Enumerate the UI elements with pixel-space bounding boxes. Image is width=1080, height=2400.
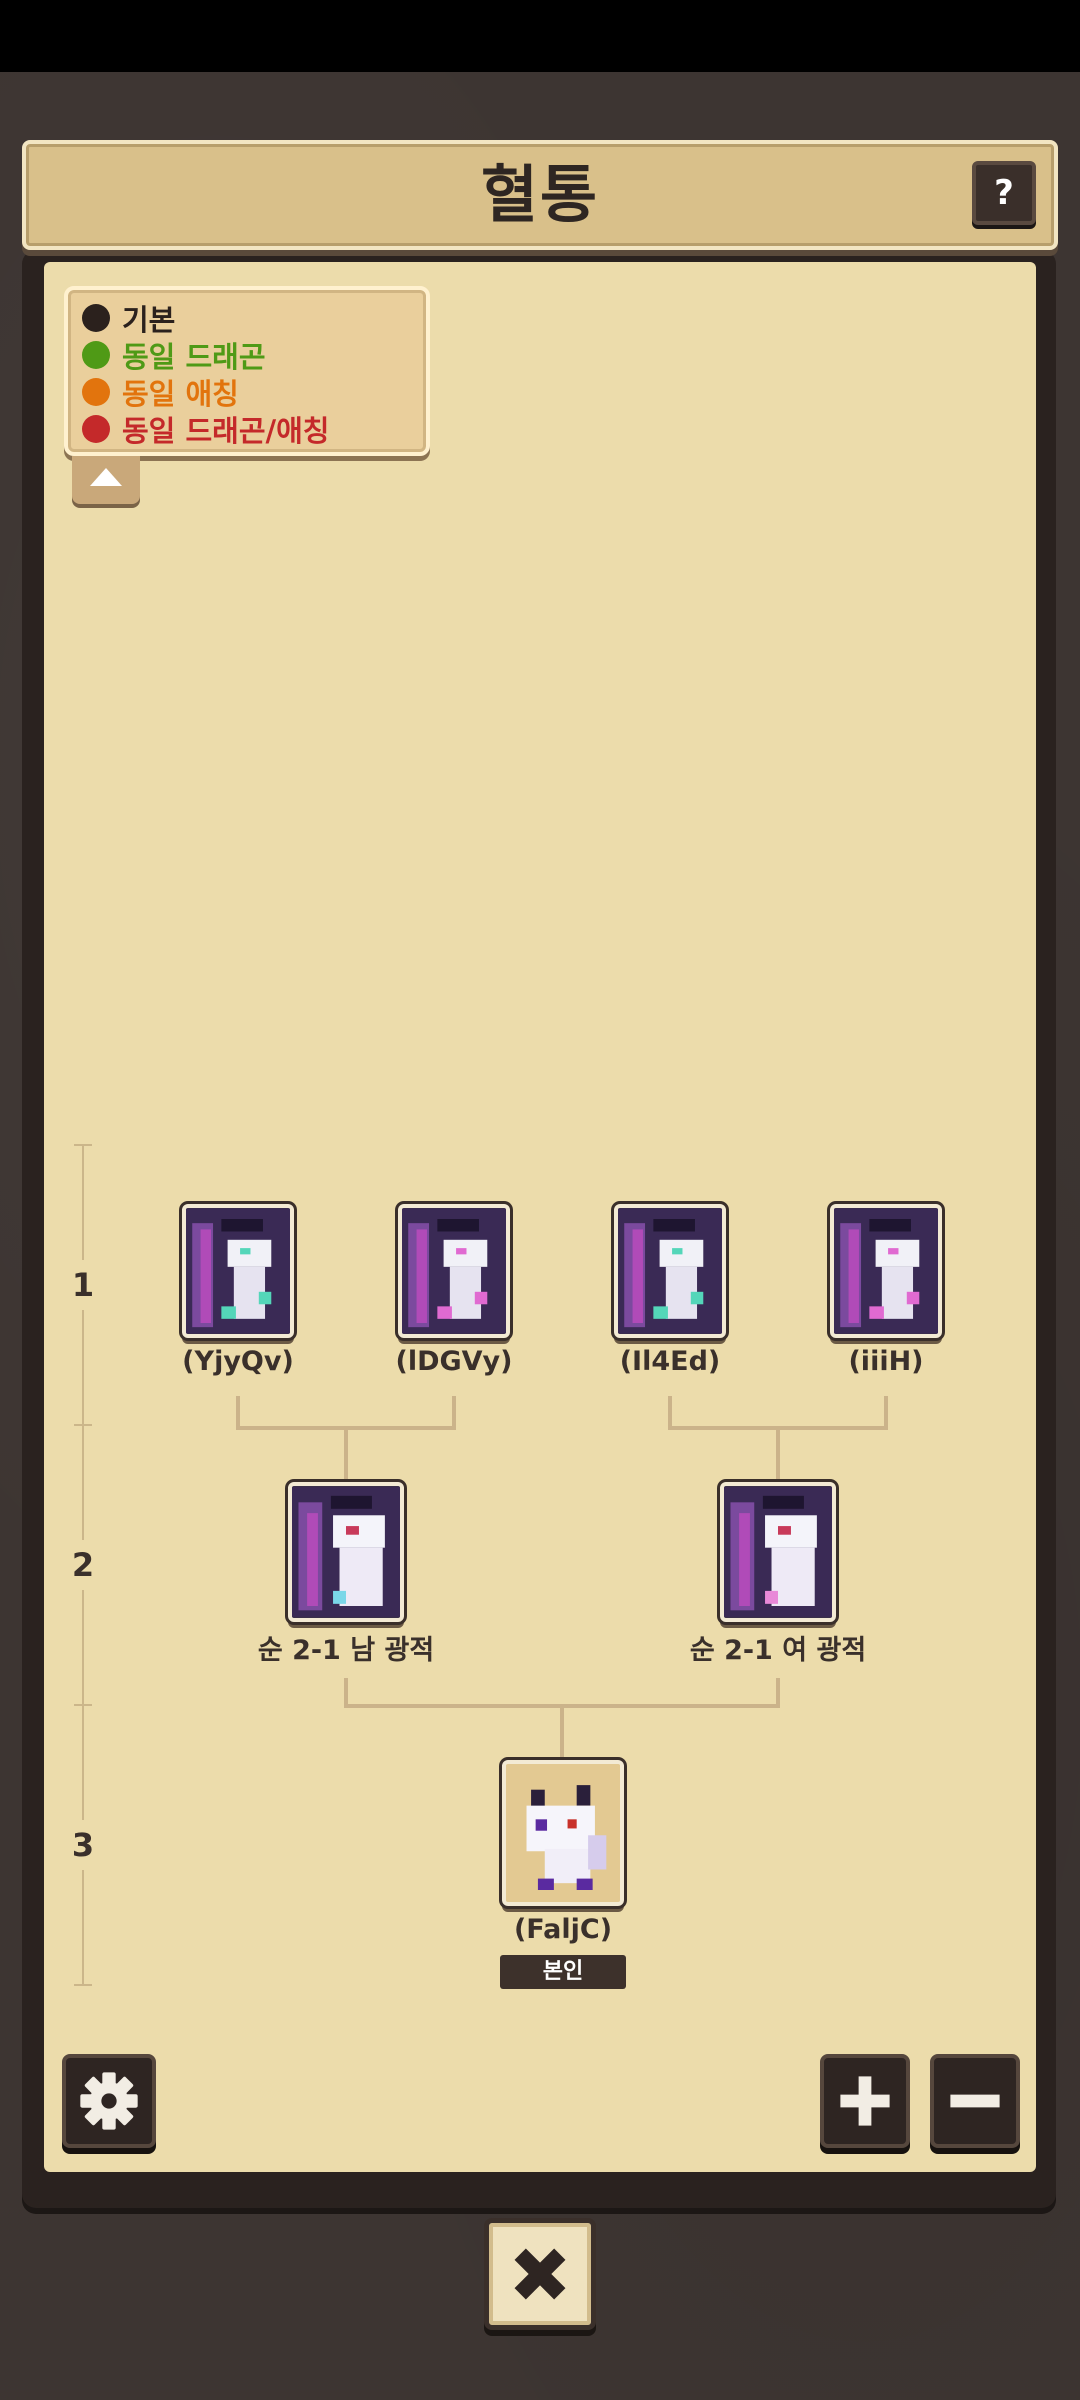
dragon-portrait-gen1-2[interactable] (398, 1204, 510, 1338)
axis-tick (74, 1984, 92, 1986)
dragon-name-gen1-1: (YjyQv) (182, 1346, 294, 1377)
status-bar (0, 0, 1080, 72)
zoom-out-button[interactable] (930, 2054, 1020, 2148)
legend-label: 동일 드래곤/애칭 (122, 414, 330, 448)
dragon-sprite-icon (186, 1208, 290, 1334)
dragon-name-gen1-3: (Il4Ed) (619, 1346, 721, 1377)
legend-dot (82, 341, 110, 369)
tree-connector (344, 1426, 348, 1480)
help-button[interactable]: ? (972, 161, 1036, 225)
dragon-portrait-gen1-3[interactable] (614, 1204, 726, 1338)
dragon-portrait-gen2-1[interactable] (288, 1482, 404, 1622)
dragon-sprite-icon (618, 1208, 722, 1334)
dragon-name-self: (FaljC) (513, 1914, 613, 1945)
settings-button[interactable] (62, 2054, 156, 2148)
page-title: 혈통 (480, 158, 600, 231)
legend-item-basic: 기본 (82, 300, 176, 337)
dragon-sprite-icon (724, 1487, 832, 1617)
generation-label-1: 1 (58, 1260, 108, 1310)
generation-label-2: 2 (58, 1540, 108, 1590)
legend-label: 동일 애칭 (122, 377, 239, 411)
dragon-portrait-gen2-2[interactable] (720, 1482, 836, 1622)
legend-dot (82, 378, 110, 406)
dragon-name-gen2-2: 순 2-1 여 광적 (689, 1635, 867, 1666)
tree-connector (776, 1426, 780, 1480)
dragon-name-gen1-2: (lDGVy) (395, 1346, 513, 1377)
tree-connector (668, 1396, 672, 1430)
legend-dot (82, 415, 110, 443)
plus-icon (840, 2076, 890, 2126)
gear-icon (80, 2072, 138, 2130)
dragon-sprite-icon (402, 1208, 506, 1334)
minus-icon (950, 2094, 1000, 2108)
close-icon (514, 2248, 566, 2300)
tree-connector (884, 1396, 888, 1430)
dragon-portrait-self[interactable] (502, 1760, 624, 1906)
zoom-in-button[interactable] (820, 2054, 910, 2148)
legend-item-same-nickname: 동일 애칭 (82, 374, 239, 411)
generation-label-3: 3 (58, 1820, 108, 1870)
legend-item-same-dragon-nickname: 동일 드래곤/애칭 (82, 411, 330, 448)
axis-tick (74, 1424, 92, 1426)
tree-connector (452, 1396, 456, 1430)
legend-item-same-dragon: 동일 드래곤 (82, 337, 266, 374)
chevron-up-icon (90, 468, 122, 486)
legend-dot (82, 304, 110, 332)
tree-connector (236, 1396, 240, 1430)
legend-panel: 기본 동일 드래곤 동일 애칭 동일 드래곤/애칭 (64, 286, 430, 456)
dragon-sprite-icon (834, 1208, 938, 1334)
dragon-name-gen2-1: 순 2-1 남 광적 (257, 1635, 435, 1666)
dragon-portrait-gen1-4[interactable] (830, 1204, 942, 1338)
legend-collapse-button[interactable] (72, 456, 140, 504)
dragon-sprite-icon (292, 1487, 400, 1617)
legend-label: 기본 (122, 303, 176, 337)
axis-tick (74, 1704, 92, 1706)
dragon-sprite-icon (506, 1764, 620, 1902)
legend-label: 동일 드래곤 (122, 340, 266, 374)
tree-connector (560, 1704, 564, 1758)
dragon-name-gen1-4: (iiiH) (848, 1346, 924, 1377)
close-button[interactable] (484, 2218, 596, 2330)
axis-tick (74, 1144, 92, 1146)
self-badge: 본인 (500, 1955, 626, 1989)
dragon-portrait-gen1-1[interactable] (182, 1204, 294, 1338)
